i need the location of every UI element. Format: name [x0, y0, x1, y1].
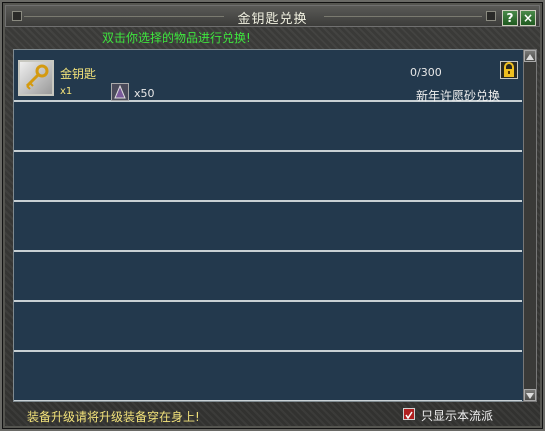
title-bar[interactable]: 金钥匙兑换 ? × — [5, 5, 540, 27]
window-title: 金钥匙兑换 — [237, 12, 308, 27]
exchange-name: 新年许愿砂兑换 — [416, 89, 501, 103]
exchange-progress: 0/300 — [410, 66, 442, 79]
lock-icon[interactable] — [500, 61, 518, 79]
list-scrollbar[interactable] — [523, 49, 537, 402]
scroll-down-button[interactable] — [524, 389, 536, 401]
exchange-window: 金钥匙兑换 ? × 双击你选择的物品进行兑换! 金钥匙 x1 x50 0/300… — [0, 0, 545, 431]
empty-row — [14, 254, 522, 302]
empty-row — [14, 354, 522, 401]
scroll-up-button[interactable] — [524, 50, 536, 62]
empty-row — [14, 104, 522, 152]
empty-row — [14, 204, 522, 252]
exchange-row-golden-key[interactable]: 金钥匙 x1 x50 0/300 新年许愿砂兑换 — [14, 54, 522, 103]
sand-crystal-icon — [111, 83, 129, 101]
filter-label: 只显示本流派 — [421, 409, 494, 423]
empty-row — [14, 154, 522, 202]
filter-checkbox[interactable] — [403, 408, 415, 420]
close-button[interactable]: × — [520, 10, 536, 26]
empty-row — [14, 304, 522, 352]
required-quantity: x50 — [134, 87, 155, 100]
item-name: 金钥匙 — [60, 67, 97, 81]
help-button[interactable]: ? — [502, 10, 518, 26]
golden-key-icon — [18, 60, 54, 96]
instruction-hint: 双击你选择的物品进行兑换! — [102, 31, 251, 45]
exchange-list: 金钥匙 x1 x50 0/300 新年许愿砂兑换 — [13, 49, 525, 402]
item-count: x1 — [60, 86, 73, 97]
status-message: 装备升级请将升级装备穿在身上! — [27, 410, 200, 424]
